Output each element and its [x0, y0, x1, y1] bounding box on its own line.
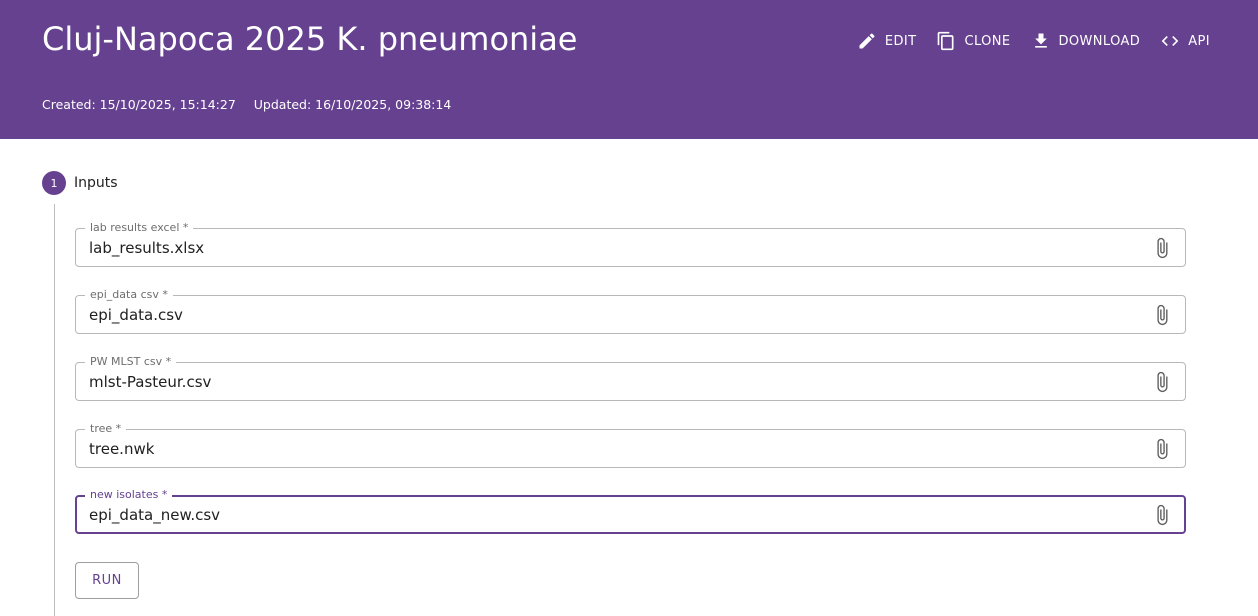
download-button[interactable]: DOWNLOAD	[1031, 28, 1141, 54]
field-label: lab results excel *	[85, 221, 194, 235]
clone-button[interactable]: CLONE	[936, 28, 1010, 54]
lab-results-file-field[interactable]: lab results excel * lab_results.xlsx	[75, 221, 1186, 267]
field-value: epi_data.csv	[89, 306, 183, 324]
new-isolates-file-field[interactable]: new isolates * epi_data_new.csv	[75, 488, 1186, 534]
field-value: mlst-Pasteur.csv	[89, 373, 212, 391]
field-value: tree.nwk	[89, 440, 155, 458]
step-connector-line	[54, 204, 55, 616]
clone-label: CLONE	[964, 33, 1011, 49]
copy-icon	[938, 31, 954, 51]
run-button[interactable]: RUN	[75, 562, 139, 599]
download-label: DOWNLOAD	[1058, 33, 1141, 49]
page-header: Cluj-Napoca 2025 K. pneumoniae Created: …	[0, 0, 1258, 139]
updated-timestamp: Updated: 16/10/2025, 09:38:14	[253, 97, 452, 112]
timestamps: Created: 15/10/2025, 15:14:27 Updated: 1…	[42, 97, 465, 112]
api-button[interactable]: API	[1160, 28, 1210, 54]
tree-file-field[interactable]: tree * tree.nwk	[75, 422, 1186, 468]
pw-mlst-file-field[interactable]: PW MLST csv * mlst-Pasteur.csv	[75, 355, 1186, 401]
field-label: epi_data csv *	[85, 288, 173, 302]
paperclip-icon[interactable]	[1151, 438, 1173, 460]
created-timestamp: Created: 15/10/2025, 15:14:27	[42, 97, 236, 112]
field-value: epi_data_new.csv	[89, 506, 221, 524]
epi-data-file-field[interactable]: epi_data csv * epi_data.csv	[75, 288, 1186, 334]
field-label: PW MLST csv *	[85, 355, 177, 369]
paperclip-icon[interactable]	[1151, 237, 1173, 259]
paperclip-icon[interactable]	[1151, 304, 1173, 326]
paperclip-icon[interactable]	[1151, 371, 1173, 393]
code-icon	[1161, 36, 1179, 46]
api-label: API	[1188, 33, 1210, 49]
pencil-icon	[859, 33, 875, 49]
field-label: tree *	[85, 422, 127, 436]
step-label: Inputs	[74, 175, 118, 191]
field-label: new isolates *	[85, 488, 173, 502]
field-value: lab_results.xlsx	[89, 239, 205, 257]
edit-label: EDIT	[884, 33, 917, 49]
paperclip-icon[interactable]	[1151, 504, 1173, 526]
page-title: Cluj-Napoca 2025 K. pneumoniae	[42, 20, 578, 58]
edit-button[interactable]: EDIT	[857, 28, 917, 54]
step-number-badge: 1	[42, 171, 66, 195]
download-icon	[1034, 33, 1047, 48]
toolbar: EDIT CLONE DOWNLOAD API	[837, 28, 1210, 54]
